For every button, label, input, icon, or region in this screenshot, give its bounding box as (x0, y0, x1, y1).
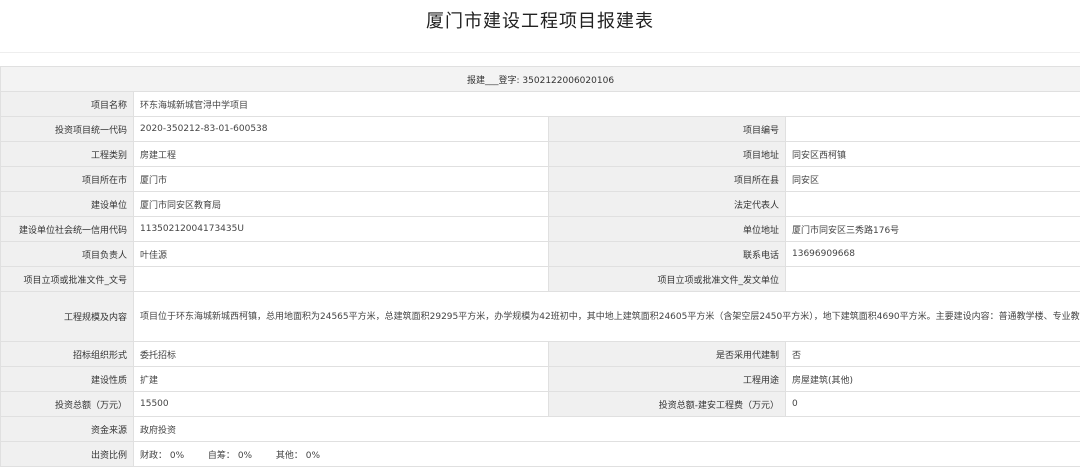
approval-issuer-label: 项目立项或批准文件_发文单位 (548, 266, 786, 292)
credit-code-label: 建设单位社会统一信用代码 (0, 216, 134, 242)
project-number-value (784, 116, 1080, 142)
self-funded-value: 0% (237, 450, 253, 461)
funding-ratio-label: 出资比例 (0, 441, 134, 467)
project-use-label: 工程用途 (548, 366, 786, 392)
title-divider (0, 52, 1080, 53)
project-address-value: 同安区西柯镇 (784, 141, 1080, 167)
project-use-value: 房屋建筑(其他) (784, 366, 1080, 392)
construction-nature-value: 扩建 (133, 366, 549, 392)
table-row: 建设性质 扩建 工程用途 房屋建筑(其他) (0, 366, 1080, 392)
phone-value: 13696909668 (784, 241, 1080, 267)
fund-source-value: 政府投资 (132, 416, 1080, 442)
project-category-label: 工程类别 (0, 141, 134, 167)
approval-doc-no-label: 项目立项或批准文件_文号 (0, 266, 134, 292)
funding-ratio-value: 财政： 0% 自筹： 0% 其他： 0% (132, 441, 1080, 467)
registration-form-table: 报建___登字: 3502122006020106 项目名称 环东海城新城官浔中… (0, 66, 1080, 467)
construction-cost-label: 投资总额-建安工程费（万元） (548, 391, 786, 417)
construction-nature-label: 建设性质 (0, 366, 134, 392)
bidding-form-label: 招标组织形式 (0, 341, 134, 367)
other-value: 0% (305, 450, 321, 461)
investment-code-value: 2020-350212-83-01-600538 (133, 116, 549, 142)
scale-value: 项目位于环东海城新城西柯镇，总用地面积为24565平方米，总建筑面积29295平… (132, 291, 1080, 342)
total-investment-label: 投资总额（万元） (0, 391, 134, 417)
project-address-label: 项目地址 (548, 141, 786, 167)
self-funded-label: 自筹： (207, 450, 235, 461)
project-category-value: 房建工程 (133, 141, 549, 167)
registration-cell: 报建___登字: 3502122006020106 (0, 66, 1080, 92)
table-row: 投资总额（万元） 15500 投资总额-建安工程费（万元） 0 (0, 391, 1080, 417)
table-row: 资金来源 政府投资 (0, 416, 1080, 442)
table-row: 工程规模及内容 项目位于环东海城新城西柯镇，总用地面积为24565平方米，总建筑… (0, 291, 1080, 342)
table-row: 建设单位 厦门市同安区教育局 法定代表人 (0, 191, 1080, 217)
project-leader-label: 项目负责人 (0, 241, 134, 267)
project-city-label: 项目所在市 (0, 166, 134, 192)
construction-unit-label: 建设单位 (0, 191, 134, 217)
table-row: 投资项目统一代码 2020-350212-83-01-600538 项目编号 (0, 116, 1080, 142)
fiscal-value: 0% (169, 450, 185, 461)
phone-label: 联系电话 (548, 241, 786, 267)
table-row: 工程类别 房建工程 项目地址 同安区西柯镇 (0, 141, 1080, 167)
project-name-label: 项目名称 (0, 91, 134, 117)
construction-cost-value: 0 (784, 391, 1080, 417)
project-leader-value: 叶佳源 (133, 241, 549, 267)
table-row: 项目立项或批准文件_文号 项目立项或批准文件_发文单位 (0, 266, 1080, 292)
table-row: 招标组织形式 委托招标 是否采用代建制 否 (0, 341, 1080, 367)
page-title: 厦门市建设工程项目报建表 (426, 11, 654, 32)
project-name-value: 环东海城新城官浔中学项目 (132, 91, 1080, 117)
construction-unit-value: 厦门市同安区教育局 (133, 191, 549, 217)
project-county-value: 同安区 (784, 166, 1080, 192)
total-investment-value: 15500 (133, 391, 549, 417)
investment-code-label: 投资项目统一代码 (0, 116, 134, 142)
legal-representative-value (784, 191, 1080, 217)
registration-number: 3502122006020106 (522, 75, 615, 86)
registration-label: 报建___登字: (467, 75, 520, 86)
unit-address-value: 厦门市同安区三秀路176号 (784, 216, 1080, 242)
bidding-form-value: 委托招标 (133, 341, 549, 367)
approval-issuer-value (784, 266, 1080, 292)
approval-doc-no-value (133, 266, 549, 292)
agent-system-label: 是否采用代建制 (548, 341, 786, 367)
scale-label: 工程规模及内容 (0, 291, 134, 342)
agent-system-value: 否 (784, 341, 1080, 367)
table-row: 出资比例 财政： 0% 自筹： 0% 其他： 0% (0, 441, 1080, 467)
table-row: 项目负责人 叶佳源 联系电话 13696909668 (0, 241, 1080, 267)
legal-representative-label: 法定代表人 (548, 191, 786, 217)
table-row: 建设单位社会统一信用代码 11350212004173435U 单位地址 厦门市… (0, 216, 1080, 242)
project-county-label: 项目所在县 (548, 166, 786, 192)
fiscal-label: 财政： (140, 450, 168, 461)
table-row: 项目所在市 厦门市 项目所在县 同安区 (0, 166, 1080, 192)
project-number-label: 项目编号 (548, 116, 786, 142)
table-row: 项目名称 环东海城新城官浔中学项目 (0, 91, 1080, 117)
fund-source-label: 资金来源 (0, 416, 134, 442)
project-city-value: 厦门市 (133, 166, 549, 192)
other-label: 其他： (275, 450, 303, 461)
registration-row: 报建___登字: 3502122006020106 (0, 66, 1080, 92)
credit-code-value: 11350212004173435U (133, 216, 549, 242)
unit-address-label: 单位地址 (548, 216, 786, 242)
